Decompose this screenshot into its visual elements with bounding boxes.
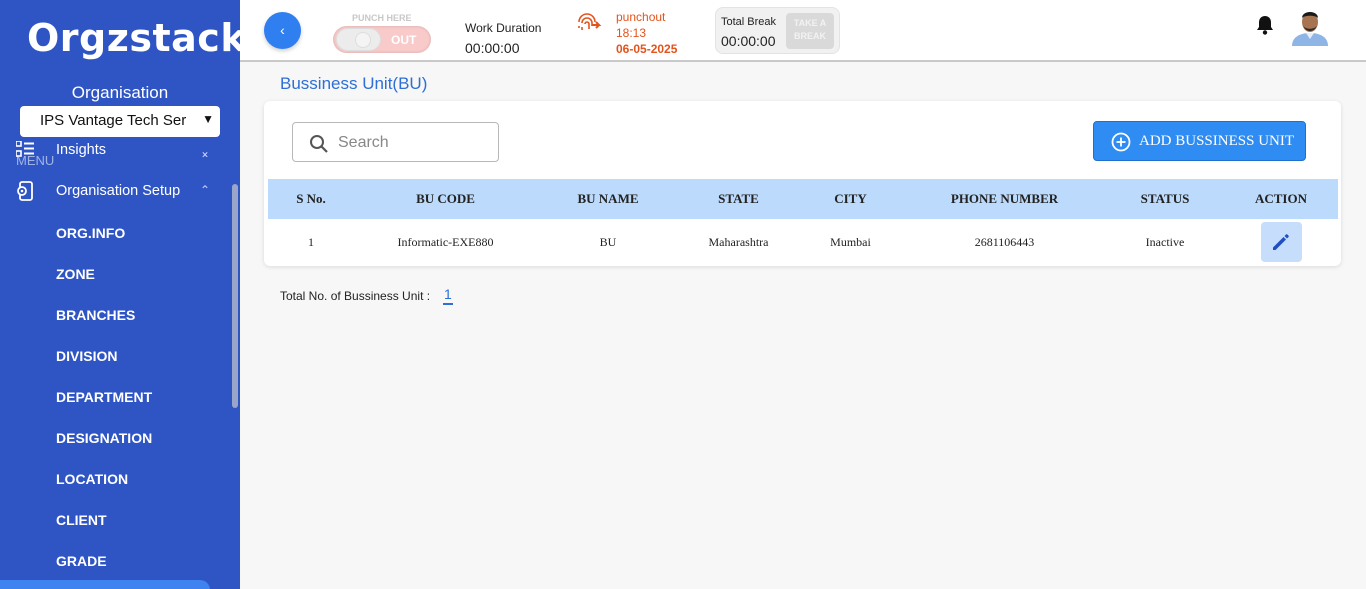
search-input[interactable] [338, 132, 488, 154]
total-break-value: 00:00:00 [721, 33, 776, 49]
fingerprint-icon [578, 13, 602, 30]
sidebar-item-insights[interactable]: Insights [56, 142, 106, 158]
sidebar-item-branches[interactable]: BRANCHES [56, 307, 135, 323]
chevron-up-icon: ⌃ [200, 152, 211, 166]
pencil-icon [1272, 234, 1289, 250]
organisation-label: Organisation [71, 83, 169, 102]
sidebar: Orgzstack Organisation IPS Vantage Tech … [0, 0, 240, 589]
table-header-row: S No. BU CODE BU NAME STATE CITY PHONE N… [268, 179, 1338, 219]
col-header-state: STATE [718, 191, 759, 206]
cell-bu-code: Informatic-EXE880 [397, 234, 494, 249]
cell-state: Maharashtra [708, 234, 769, 249]
sidebar-item-organisation-setup[interactable]: Organisation Setup [56, 183, 180, 199]
organisation-selected-value: IPS Vantage Tech Ser [40, 112, 187, 129]
collapse-sidebar-button[interactable]: ‹ [264, 12, 301, 49]
cell-sno: 1 [308, 234, 314, 249]
punch-date: 06-05-2025 [616, 42, 678, 56]
edit-button[interactable] [1260, 222, 1302, 262]
total-break-label: Total Break [721, 16, 777, 28]
search-icon [310, 135, 328, 153]
total-count-label: Total No. of Bussiness Unit : [280, 289, 431, 303]
chevron-down-icon: ▼ [202, 112, 214, 126]
total-count-value: 1 [443, 286, 453, 305]
search-box[interactable] [292, 122, 499, 162]
punch-time: 18:13 [616, 26, 647, 40]
sidebar-item-designation[interactable]: DESIGNATION [56, 430, 152, 446]
app-logo: Orgzstack [27, 16, 240, 60]
punch-label: PUNCH HERE [352, 13, 412, 23]
sidebar-item-grade[interactable]: GRADE [56, 553, 107, 569]
take-break-label-line2: BREAK [793, 31, 826, 41]
cell-city: Mumbai [830, 234, 871, 249]
col-header-city: CITY [834, 191, 867, 206]
table-row: 1 Informatic-EXE880 BU Maharashtra Mumba… [268, 219, 1338, 265]
punch-status: punchout [616, 10, 666, 24]
col-header-sno: S No. [296, 191, 326, 206]
cell-bu-name: BU [599, 234, 617, 249]
col-header-phone: PHONE NUMBER [950, 191, 1059, 206]
user-avatar[interactable] [1291, 6, 1329, 46]
punch-state-label: OUT [391, 33, 417, 47]
cell-phone: 2681106443 [974, 234, 1035, 249]
menu-label: MENU [16, 153, 55, 168]
sidebar-item-division[interactable]: DIVISION [56, 348, 117, 364]
notification-bell-icon[interactable] [1256, 15, 1274, 35]
add-business-unit-label: ADD BUSSINESS UNIT [1139, 133, 1295, 149]
col-header-status: STATUS [1140, 191, 1190, 206]
org-settings-icon [17, 181, 33, 201]
sidebar-item-client[interactable]: CLIENT [56, 512, 107, 528]
col-header-bu-code: BU CODE [416, 191, 475, 206]
col-header-bu-name: BU NAME [577, 191, 639, 206]
sidebar-scrollbar[interactable] [232, 184, 238, 408]
add-business-unit-button[interactable]: ADD BUSSINESS UNIT [1093, 121, 1306, 161]
top-header: ‹ PUNCH HERE OUT Work Duration 00:00:00 … [240, 0, 1366, 62]
total-break-panel: Total Break 00:00:00 TAKE A BREAK [715, 7, 840, 54]
sidebar-item-location[interactable]: LOCATION [56, 471, 128, 487]
bu-list-card: ADD BUSSINESS UNIT S No. BU CODE BU NAME… [264, 101, 1341, 266]
sidebar-item-zone[interactable]: ZONE [56, 266, 95, 282]
cell-action [1224, 219, 1338, 265]
punch-toggle[interactable]: OUT [333, 26, 431, 53]
col-header-action: ACTION [1254, 191, 1307, 206]
organisation-select[interactable]: IPS Vantage Tech Ser ▼ [20, 106, 220, 137]
cell-status: Inactive [1145, 234, 1185, 249]
plus-circle-icon [1111, 132, 1131, 152]
take-break-button[interactable]: TAKE A BREAK [786, 13, 834, 49]
chevron-up-icon[interactable]: ⌃ [200, 183, 210, 197]
toggle-knob [336, 28, 381, 51]
take-break-label-line1: TAKE A [793, 18, 827, 28]
sidebar-item-department[interactable]: DEPARTMENT [56, 389, 152, 405]
sidebar-active-item[interactable] [0, 580, 210, 589]
work-duration-value: 00:00:00 [465, 40, 520, 56]
bu-table: S No. BU CODE BU NAME STATE CITY PHONE N… [268, 179, 1338, 265]
work-duration-label: Work Duration [465, 21, 542, 35]
page-title: Bussiness Unit(BU) [280, 74, 428, 93]
sidebar-item-org-info[interactable]: ORG.INFO [56, 225, 125, 241]
